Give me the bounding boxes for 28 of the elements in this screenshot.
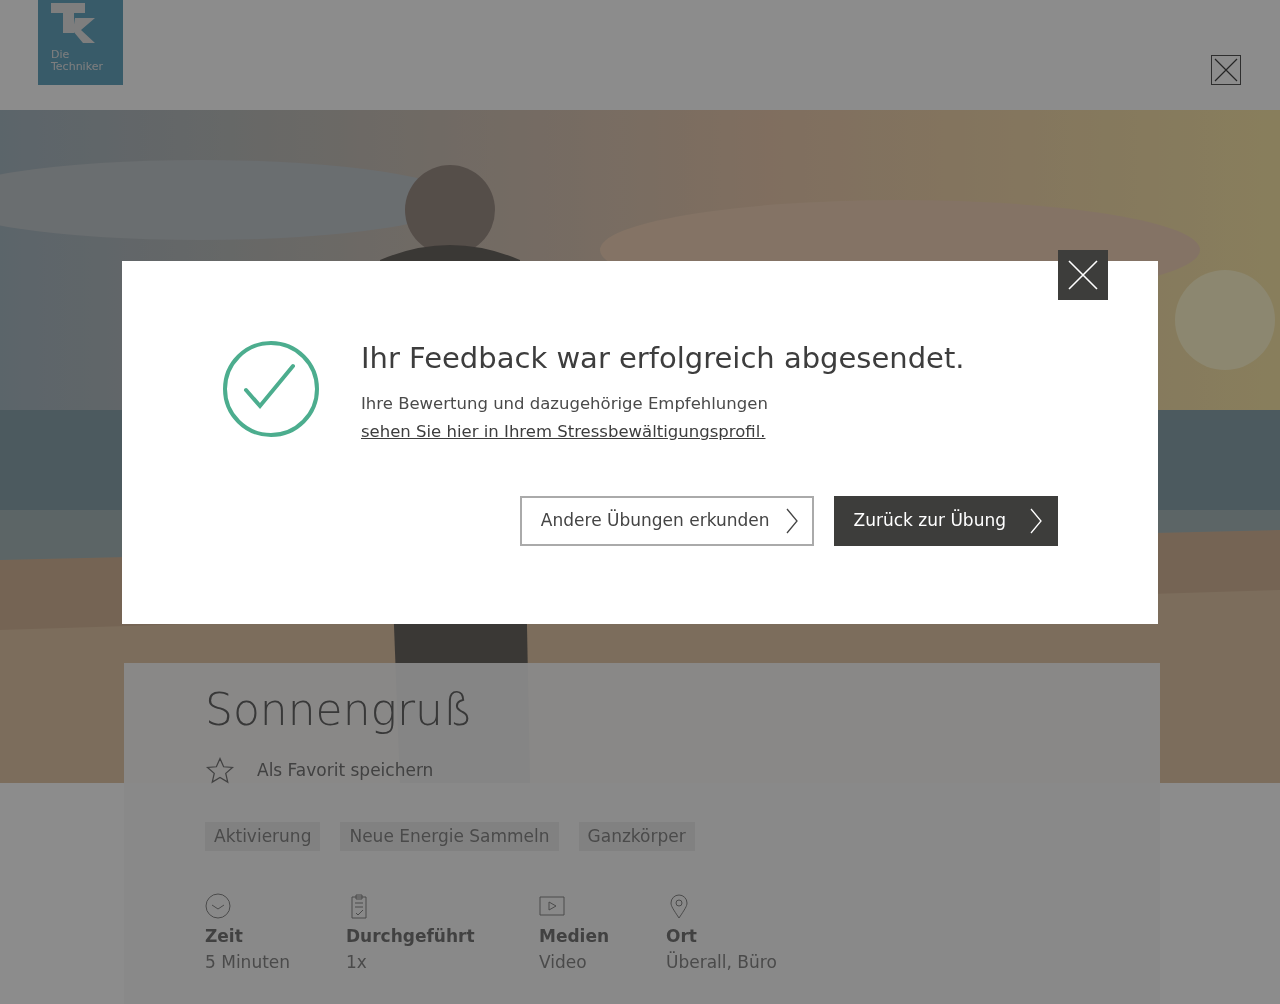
exercise-title: Sonnengruß [205,683,474,737]
dialog-title: Ihr Feedback war erfolgreich abgesendet. [361,340,966,377]
star-icon [205,756,235,786]
clock-icon [205,893,231,919]
chevron-right-icon [785,508,798,534]
fact-value: 1x [346,950,368,974]
favorite-button[interactable]: Als Favorit speichern [205,756,816,786]
video-icon [539,893,565,919]
logo-text: Techniker [51,61,104,73]
fact-label: Zeit [205,925,244,948]
close-icon [1068,260,1098,290]
chevron-right-icon [1030,508,1042,534]
profile-link[interactable]: sehen Sie hier in Ihrem Stressbewältigungsprofil. [361,422,766,441]
dialog-message: Ihre Bewertung und dazugehörige Empfehlungen sehen Sie hier in Ihrem Stressbewältigungsprofil. [361,393,769,443]
close-button[interactable] [1058,250,1108,300]
close-button[interactable] [1211,55,1241,85]
explore-button[interactable]: Andere Übungen erkunden [519,496,814,546]
fact-label: Medien [539,925,611,948]
logo-text: Die [51,49,71,61]
fact-value: Video [539,950,588,974]
fact-value: 5 Minuten [205,950,292,974]
fact-label: Ort [666,925,698,948]
fact-value: Überall, Büro [666,950,778,974]
back-button[interactable]: Zurück zur Übung [833,496,1058,546]
close-icon [1214,58,1238,82]
success-check-icon [222,340,320,438]
logo[interactable]: Die Techniker [38,0,123,85]
fact-label: Durchgeführt [346,925,476,948]
